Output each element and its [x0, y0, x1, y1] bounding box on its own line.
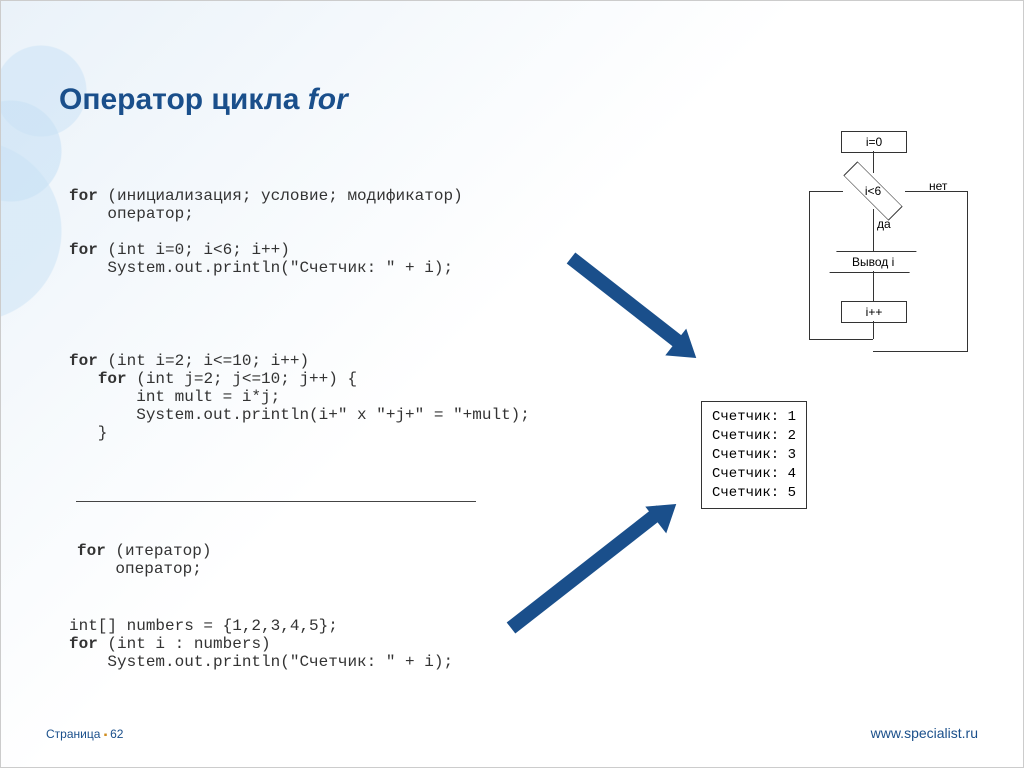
code-block-nested-for: for (int i=2; i<=10; i++) for (int j=2; … — [69, 352, 530, 442]
flow-line — [873, 351, 968, 352]
title-keyword: for — [308, 83, 348, 116]
flowchart: i=0 i<6 нет да Вывод i i++ — [791, 131, 981, 361]
separator-line — [76, 501, 476, 502]
output-box: Счетчик: 1 Счетчик: 2 Счетчик: 3 Счетчик… — [701, 401, 807, 509]
output-line: Счетчик: 5 — [712, 484, 796, 503]
flow-label-yes: да — [877, 217, 891, 231]
output-line: Счетчик: 3 — [712, 446, 796, 465]
slide: Оператор цикла for for (инициализация; у… — [0, 0, 1024, 768]
flow-line — [873, 209, 874, 251]
flow-init-box: i=0 — [841, 131, 907, 153]
output-line: Счетчик: 2 — [712, 427, 796, 446]
flow-line — [905, 191, 967, 192]
output-line: Счетчик: 1 — [712, 408, 796, 427]
output-line: Счетчик: 4 — [712, 465, 796, 484]
footer-site: www.specialist.ru — [871, 725, 978, 741]
flow-line — [809, 191, 843, 192]
flow-line — [873, 151, 874, 173]
footer-page-number: 62 — [110, 727, 123, 741]
code-block-for-syntax: for (инициализация; условие; модификатор… — [69, 187, 463, 277]
footer-page: Страница ▪ 62 — [46, 727, 123, 741]
flow-output-box: Вывод i — [829, 251, 916, 273]
flow-line — [967, 191, 968, 351]
flow-condition-diamond: i<6 — [841, 173, 905, 209]
flow-line — [809, 191, 810, 339]
footer-page-label: Страница — [46, 727, 100, 741]
flow-line — [873, 321, 874, 339]
flow-line — [873, 271, 874, 301]
code-block-foreach-example: int[] numbers = {1,2,3,4,5}; for (int i … — [69, 617, 453, 671]
flow-condition-text: i<6 — [841, 173, 905, 209]
flow-increment-box: i++ — [841, 301, 907, 323]
title-text: Оператор цикла — [59, 83, 308, 116]
slide-title: Оператор цикла for — [59, 83, 348, 117]
code-block-foreach-syntax: for (итератор) оператор; — [77, 542, 211, 578]
flow-output-text: Вывод i — [852, 252, 894, 272]
flow-line — [809, 339, 873, 340]
